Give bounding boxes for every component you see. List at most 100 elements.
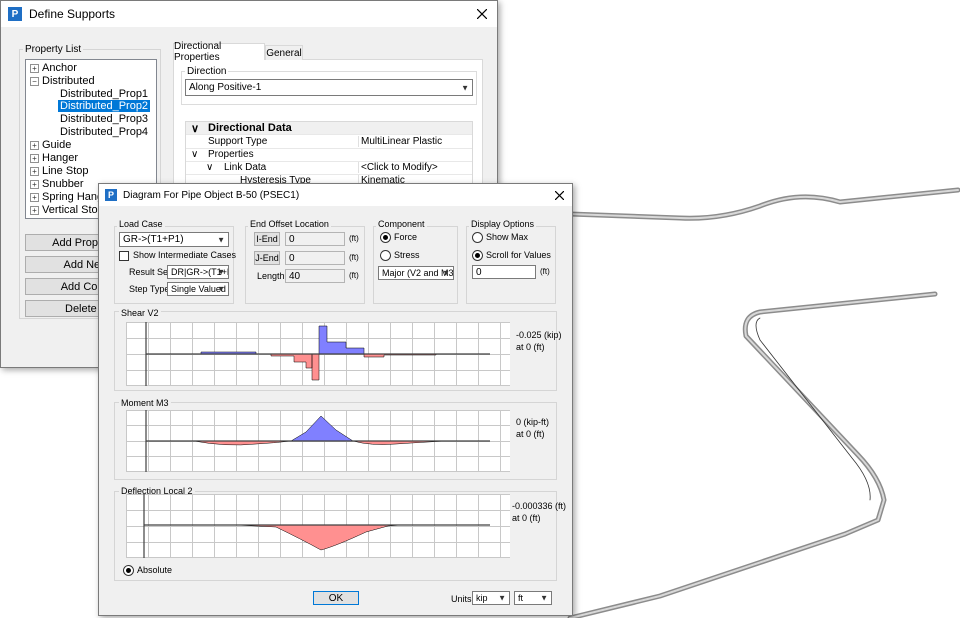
tree-item-distributed[interactable]: − Distributed <box>30 75 95 87</box>
tree-expander-icon[interactable]: + <box>30 64 39 73</box>
scroll-for-values-label: Scroll for Values <box>486 250 551 260</box>
show-max-radio[interactable] <box>472 232 483 243</box>
step-type-label: Step Type <box>129 284 170 294</box>
tab-directional-properties[interactable]: Directional Properties <box>173 41 265 63</box>
app-logo-icon: P <box>8 7 22 21</box>
moment-plot-title: Moment M3 <box>119 398 171 408</box>
direction-select[interactable]: Along Positive-1 ▼ <box>185 79 473 96</box>
collapse-icon[interactable]: ∨ <box>191 149 198 160</box>
show-intermediate-label: Show Intermediate Cases <box>133 250 237 260</box>
stress-radio[interactable] <box>380 250 391 261</box>
close-button[interactable] <box>546 184 572 206</box>
load-case-select[interactable]: GR->(T1+P1) ▼ <box>119 232 229 247</box>
component-select[interactable]: Major (V2 and M3) ▼ <box>378 266 454 280</box>
absolute-label: Absolute <box>137 565 173 575</box>
chevron-down-icon: ▼ <box>461 83 469 92</box>
result-set-label: Result Set <box>129 267 171 277</box>
moment-positive-region <box>290 415 354 442</box>
scroll-unit: (ft) <box>540 267 550 276</box>
app-logo-icon: P <box>105 189 117 201</box>
tree-expander-icon[interactable]: + <box>30 193 39 202</box>
chevron-down-icon: ▼ <box>217 284 225 294</box>
length-field: 40 <box>285 269 345 283</box>
step-type-select[interactable]: Single Valued ▼ <box>167 282 229 296</box>
tree-expander-icon[interactable]: − <box>30 77 39 86</box>
tab-general[interactable]: General <box>265 45 303 60</box>
shear-positive-region <box>200 325 365 355</box>
diagram-title: Diagram For Pipe Object B-50 (PSEC1) <box>123 189 300 201</box>
i-end-button[interactable]: I-End <box>254 232 280 246</box>
scroll-value-input[interactable]: 0 <box>472 265 536 279</box>
ok-button[interactable]: OK <box>313 591 359 605</box>
tree-expander-icon[interactable]: + <box>30 154 39 163</box>
length-label: Length <box>257 271 285 281</box>
length-unit: (ft) <box>349 271 359 280</box>
chevron-down-icon: ▼ <box>217 267 225 277</box>
collapse-icon[interactable]: ∨ <box>206 162 213 173</box>
moment-plot <box>126 410 510 472</box>
grid-row-properties[interactable]: ∨ Properties <box>186 149 472 162</box>
j-end-field: 0 <box>285 251 345 265</box>
deflection-plot <box>126 494 510 558</box>
tree-expander-icon[interactable]: + <box>30 141 39 150</box>
j-end-button[interactable]: J-End <box>254 251 280 265</box>
show-max-label: Show Max <box>486 232 529 242</box>
j-end-unit: (ft) <box>349 253 359 262</box>
show-intermediate-checkbox[interactable] <box>119 251 129 261</box>
units-force-select[interactable]: kip ▼ <box>472 591 510 605</box>
chevron-down-icon: ▼ <box>498 593 506 603</box>
moment-readout: 0 (kip-ft) at 0 (ft) <box>516 417 550 439</box>
result-set-select[interactable]: DR|GR->(T1+P ▼ <box>167 265 229 279</box>
tree-expander-icon[interactable]: + <box>30 167 39 176</box>
chevron-down-icon: ▼ <box>442 268 450 278</box>
deflection-negative-region <box>235 524 402 551</box>
title-bar: P Define Supports <box>1 1 497 27</box>
tree-item-distributed-prop2[interactable]: Distributed_Prop2 <box>58 100 151 112</box>
tree-item-guide[interactable]: + Guide <box>30 139 71 151</box>
absolute-radio[interactable] <box>123 565 134 576</box>
stress-label: Stress <box>394 250 420 260</box>
shear-plot-title: Shear V2 <box>119 308 161 318</box>
i-end-unit: (ft) <box>349 234 359 243</box>
tree-item-snubber[interactable]: + Snubber <box>30 178 84 190</box>
shear-readout: -0.025 (kip) at 0 (ft) <box>516 330 562 352</box>
chevron-down-icon: ▼ <box>217 235 225 244</box>
display-options-label: Display Options <box>469 219 537 229</box>
component-label: Component <box>376 219 427 229</box>
chevron-down-icon: ▼ <box>540 593 548 603</box>
tree-item-vertical-stop[interactable]: + Vertical Stop <box>30 204 104 216</box>
close-button[interactable] <box>467 1 497 27</box>
tree-expander-icon[interactable]: + <box>30 180 39 189</box>
diagram-window: P Diagram For Pipe Object B-50 (PSEC1) L… <box>98 183 573 616</box>
grid-row-support-type[interactable]: Support Type MultiLinear Plastic <box>186 136 472 149</box>
window-title: Define Supports <box>29 7 116 21</box>
close-icon <box>554 190 564 200</box>
tree-expander-icon[interactable]: + <box>30 206 39 215</box>
units-length-select[interactable]: ft ▼ <box>514 591 552 605</box>
tree-item-line-stop[interactable]: + Line Stop <box>30 165 88 177</box>
diagram-title-bar: P Diagram For Pipe Object B-50 (PSEC1) <box>99 184 572 206</box>
property-list-label: Property List <box>23 44 84 55</box>
tree-item-hanger[interactable]: + Hanger <box>30 152 78 164</box>
end-offset-label: End Offset Location <box>248 219 331 229</box>
direction-label: Direction <box>185 66 229 77</box>
force-radio[interactable] <box>380 232 391 243</box>
tree-item-distributed-prop3[interactable]: Distributed_Prop3 <box>60 113 148 125</box>
load-case-label: Load Case <box>117 219 165 229</box>
tree-item-distributed-prop1[interactable]: Distributed_Prop1 <box>60 88 148 100</box>
grid-header-row: ∨ Directional Data <box>186 122 472 135</box>
units-label: Units <box>451 594 472 604</box>
scroll-for-values-radio[interactable] <box>472 250 483 261</box>
i-end-field: 0 <box>285 232 345 246</box>
pipe-centerline <box>567 187 960 618</box>
force-label: Force <box>394 232 418 242</box>
shear-negative-region <box>270 353 437 381</box>
tree-item-distributed-prop4[interactable]: Distributed_Prop4 <box>60 126 148 138</box>
tree-item-anchor[interactable]: + Anchor <box>30 62 77 74</box>
grid-row-link-data[interactable]: ∨ Link Data <Click to Modify> <box>186 162 472 175</box>
deflection-readout: -0.000336 (ft) at 0 (ft) <box>512 501 567 523</box>
shear-plot <box>126 322 510 386</box>
close-icon <box>477 9 487 19</box>
directional-data-grid[interactable]: ∨ Directional Data Support Type MultiLin… <box>185 121 473 187</box>
collapse-icon[interactable]: ∨ <box>191 122 199 135</box>
